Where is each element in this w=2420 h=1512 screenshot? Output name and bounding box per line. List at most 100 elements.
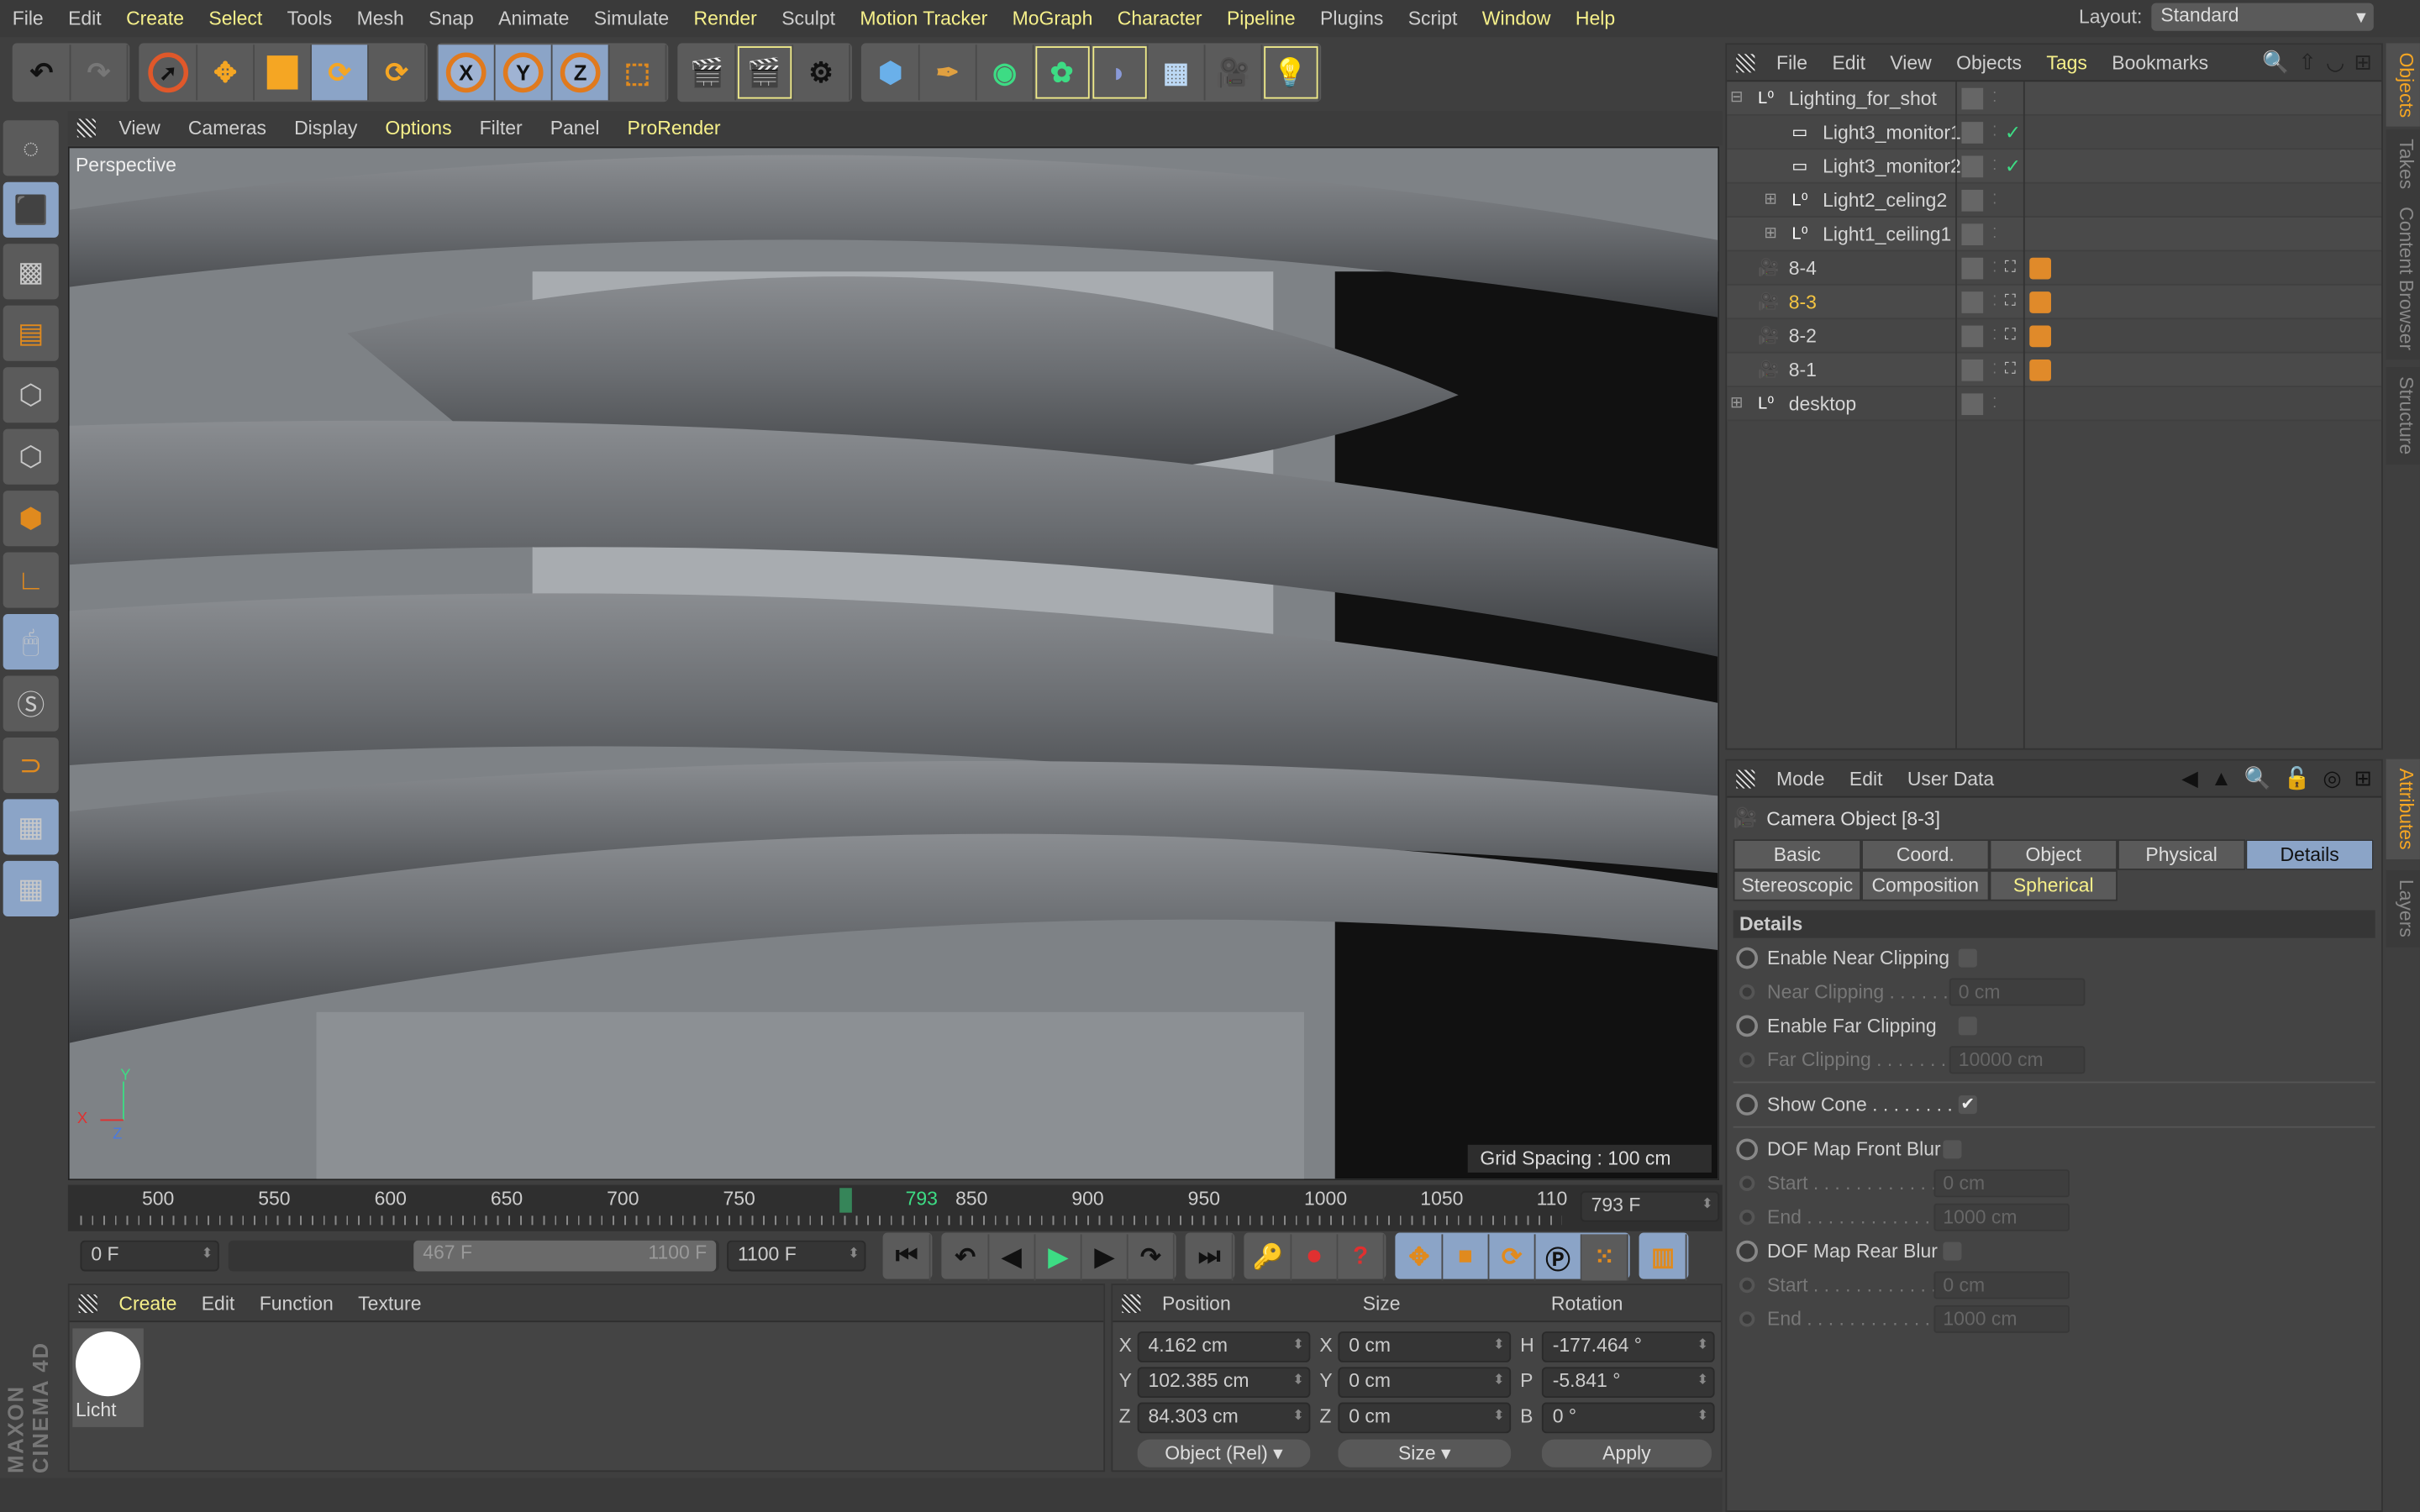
menu-item-select[interactable]: Select	[197, 8, 275, 29]
animate-radio-icon[interactable]	[1736, 1138, 1759, 1161]
animate-radio-icon[interactable]	[1739, 1209, 1755, 1226]
editor-render-dots-icon[interactable]: ⁚	[1992, 192, 1996, 208]
menu-item-script[interactable]: Script	[1396, 8, 1470, 29]
recent-tool-icon[interactable]: ⟳	[369, 45, 426, 101]
menu-item-sculpt[interactable]: Sculpt	[770, 8, 848, 29]
viewport-3d[interactable]: Perspective Y X Z Grid Spacing : 100 cm	[67, 146, 1720, 1181]
menu-item-motion-tracker[interactable]: Motion Tracker	[848, 8, 1000, 29]
object-name[interactable]: Light3_monitor2	[1823, 155, 1961, 177]
attribute-value-field[interactable]: 0 cm	[1933, 1271, 2070, 1299]
material-menu-edit[interactable]: Edit	[189, 1292, 247, 1314]
attribute-value-field[interactable]: 0 cm	[1933, 1169, 2070, 1198]
editor-render-dots-icon[interactable]: ⁚	[1992, 260, 1996, 276]
enabled-check-icon[interactable]: ✓	[2005, 120, 2021, 144]
floor-icon[interactable]: ▦	[1149, 45, 1206, 101]
panel-grip[interactable]	[1736, 53, 1755, 72]
menu-item-plugins[interactable]: Plugins	[1307, 8, 1396, 29]
panel-grip[interactable]	[1736, 769, 1755, 788]
visibility-toggle-icon[interactable]	[1961, 223, 1984, 245]
undo-icon[interactable]: ↶	[14, 45, 71, 101]
menu-item-mograph[interactable]: MoGraph	[1000, 8, 1105, 29]
expand-plus-icon[interactable]: ⊞	[1764, 192, 1776, 208]
viewport-menu-panel[interactable]: Panel	[536, 118, 613, 139]
attribute-checkbox[interactable]	[1943, 1242, 1962, 1261]
polygons-mode-icon[interactable]: ⬢	[3, 491, 59, 547]
menu-item-edit[interactable]: Edit	[55, 8, 113, 29]
size-x-field[interactable]: 0 cm	[1338, 1331, 1512, 1362]
search-icon[interactable]: 🔍	[2244, 765, 2271, 791]
previous-frame-icon[interactable]: ◀	[989, 1234, 1036, 1281]
workplane-icon[interactable]: ▤	[3, 305, 59, 361]
material-menu-texture[interactable]: Texture	[345, 1292, 434, 1314]
object-name[interactable]: Light2_celing2	[1823, 189, 1947, 211]
go-to-end-icon[interactable]: ⏭	[1186, 1234, 1234, 1281]
make-editable-icon[interactable]: ◌	[3, 120, 59, 176]
playhead-frame-label[interactable]: 793	[906, 1188, 938, 1210]
material-item[interactable]: Licht	[72, 1328, 144, 1427]
side-tab-layers[interactable]: Layers	[2386, 869, 2420, 947]
expand-plus-icon[interactable]: ⊞	[1764, 225, 1776, 242]
editor-render-dots-icon[interactable]: ⁚	[1992, 293, 1996, 310]
timeline-ruler[interactable]: 500 550 600 650 700 750 793 850 900 950 1000 1050 11…	[67, 1184, 1723, 1231]
preview-range-slider[interactable]: 467 F 1100 F	[228, 1240, 719, 1272]
animate-radio-icon[interactable]	[1736, 1094, 1759, 1116]
new-window-icon[interactable]: ⊞	[2354, 765, 2372, 791]
y-axis-lock-icon[interactable]: Y	[495, 45, 553, 101]
attribute-checkbox[interactable]	[1958, 1016, 1977, 1036]
animate-radio-icon[interactable]	[1736, 1240, 1759, 1263]
key-parameter-icon[interactable]: Ⓟ	[1536, 1234, 1582, 1281]
panel-grip[interactable]	[76, 118, 96, 138]
light-icon[interactable]: 💡	[1262, 45, 1320, 101]
tab-composition[interactable]: Composition	[1861, 869, 1990, 901]
start-frame-field[interactable]: 0 F	[80, 1240, 219, 1272]
record-keyframe-icon[interactable]: 🔑	[1245, 1234, 1292, 1281]
search-icon[interactable]: 🔍	[2262, 50, 2289, 76]
lock-workplane-icon[interactable]: ▦	[3, 799, 59, 855]
object-row[interactable]: ⊞ L⁰ desktop ⁚	[1727, 387, 2382, 422]
pen-icon[interactable]: ✒	[920, 45, 977, 101]
scale-icon[interactable]	[255, 45, 313, 101]
protection-tag-icon[interactable]: ⛶	[2005, 260, 2016, 276]
annotation-tag-icon[interactable]	[2029, 291, 2051, 312]
layout-dropdown[interactable]: Standard	[2151, 3, 2374, 31]
up-arrow-icon[interactable]: ▲	[2211, 765, 2232, 791]
tab-stereoscopic[interactable]: Stereoscopic	[1733, 869, 1862, 901]
rotation-z-field[interactable]: 0 °	[1541, 1402, 1715, 1434]
snap-icon[interactable]: ⊃	[3, 737, 59, 794]
target-icon[interactable]: ◎	[2323, 765, 2341, 791]
tab-object[interactable]: Object	[1989, 839, 2118, 870]
side-tab-attributes[interactable]: Attributes	[2386, 759, 2420, 859]
key-point-level-icon[interactable]: ⁙	[1581, 1234, 1628, 1281]
lock-icon[interactable]: 🔓	[2284, 765, 2311, 791]
am-menu-edit[interactable]: Edit	[1837, 768, 1895, 790]
animate-radio-icon[interactable]	[1739, 1277, 1755, 1294]
side-tab-content-browser[interactable]: Content Browser	[2386, 197, 2420, 360]
attribute-value-field[interactable]: 0 cm	[1949, 978, 2086, 1006]
eye-icon[interactable]: ◡	[2326, 50, 2344, 76]
editor-render-dots-icon[interactable]: ⁚	[1992, 395, 1996, 412]
keyframe-selection-icon[interactable]: ?	[1338, 1234, 1385, 1281]
object-name[interactable]: 8-1	[1789, 359, 1817, 381]
material-menu-function[interactable]: Function	[247, 1292, 345, 1314]
current-frame-field[interactable]: 793 F	[1580, 1190, 1720, 1222]
visibility-toggle-icon[interactable]	[1961, 188, 1984, 211]
tab-physical[interactable]: Physical	[2117, 839, 2246, 870]
om-menu-file[interactable]: File	[1764, 52, 1819, 74]
points-mode-icon[interactable]: ⬡	[3, 367, 59, 423]
texture-mode-icon[interactable]: ▩	[3, 244, 59, 300]
coordinate-system-icon[interactable]: ⬚	[609, 45, 667, 101]
material-menu-create[interactable]: Create	[107, 1292, 189, 1314]
playhead[interactable]	[839, 1188, 852, 1213]
menu-item-render[interactable]: Render	[681, 8, 770, 29]
key-scale-icon[interactable]: ■	[1443, 1234, 1490, 1281]
move-icon[interactable]: ✥	[197, 45, 255, 101]
attribute-value-field[interactable]: 1000 cm	[1933, 1203, 2070, 1231]
menu-item-mesh[interactable]: Mesh	[345, 8, 417, 29]
object-name[interactable]: Lighting_for_shot	[1789, 87, 1937, 109]
visibility-toggle-icon[interactable]	[1961, 291, 1984, 312]
visibility-toggle-icon[interactable]	[1961, 359, 1984, 381]
annotation-tag-icon[interactable]	[2029, 256, 2051, 279]
play-icon[interactable]: ▶	[1035, 1234, 1082, 1281]
object-row[interactable]: 🎥 8-1 ⁚ ⛶	[1727, 353, 2382, 388]
auto-keying-icon[interactable]: ⏺	[1292, 1234, 1339, 1281]
